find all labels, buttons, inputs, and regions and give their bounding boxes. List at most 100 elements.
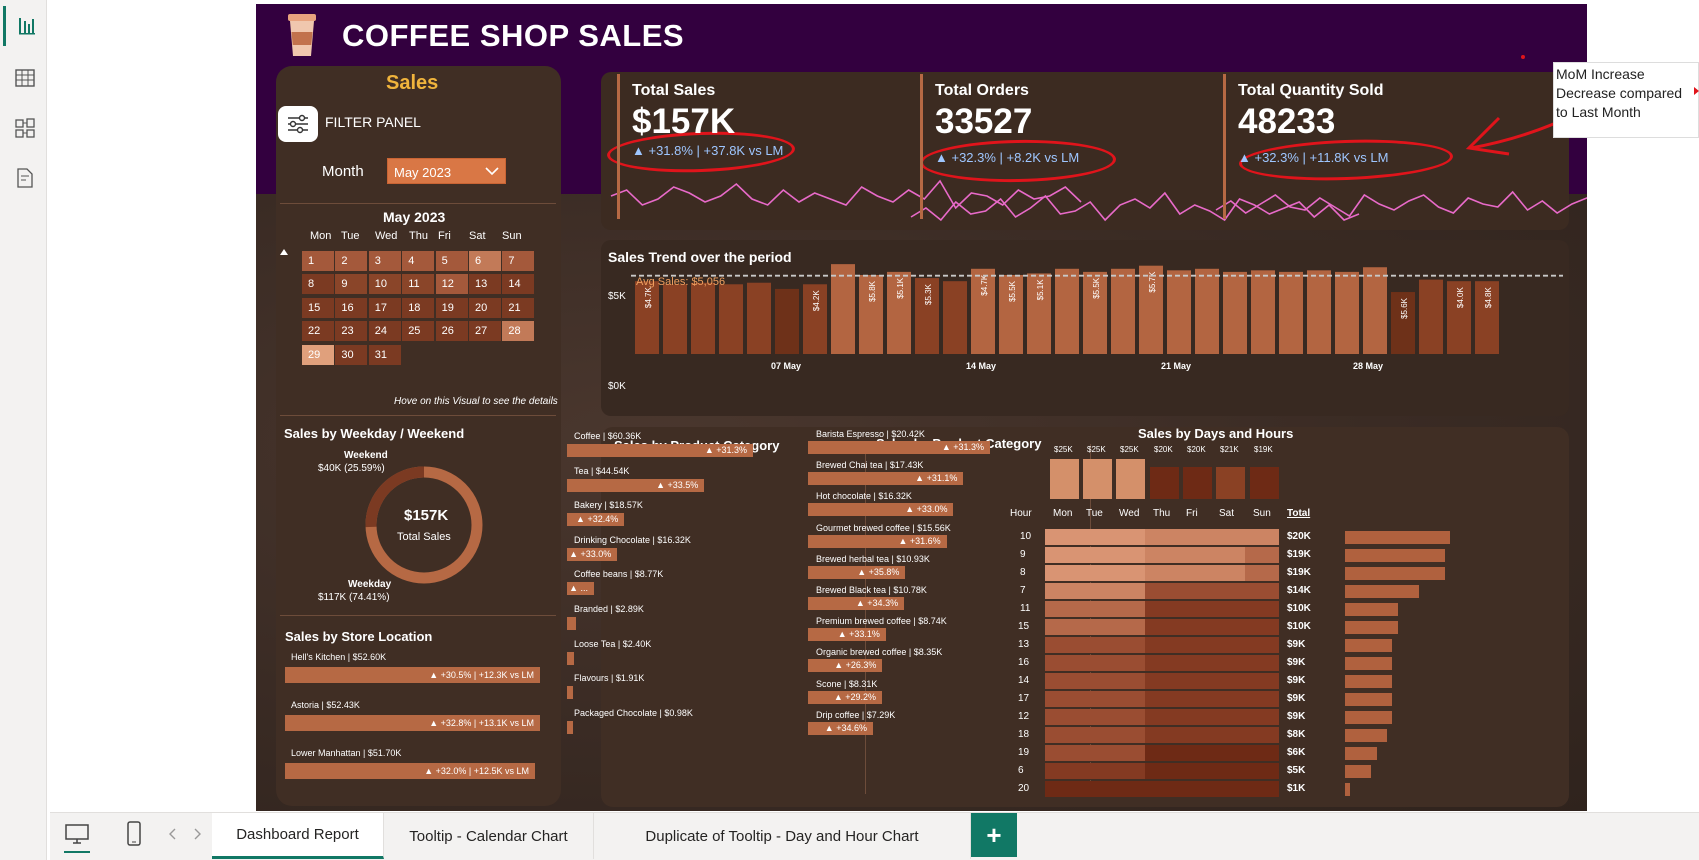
heatmap-cell[interactable] [1145, 691, 1180, 708]
day-total-bar[interactable] [1216, 467, 1245, 499]
heatmap-cell[interactable] [1145, 637, 1180, 654]
heatmap-cell[interactable] [1078, 637, 1113, 654]
hour-total-bar[interactable] [1345, 675, 1393, 688]
heatmap-cell[interactable] [1178, 637, 1213, 654]
calendar-day[interactable]: 26 [435, 321, 468, 342]
heatmap-cell[interactable] [1211, 727, 1246, 744]
weekday-donut-chart[interactable] [362, 463, 486, 587]
heatmap-cell[interactable] [1178, 781, 1213, 798]
calendar-day[interactable]: 30 [335, 344, 368, 365]
trend-bar[interactable] [1419, 279, 1443, 354]
heatmap-cell[interactable] [1078, 673, 1113, 690]
heatmap-cell[interactable] [1078, 691, 1113, 708]
dax-view-button[interactable] [3, 158, 47, 198]
product-type-bar[interactable]: ▲ +26.3% [808, 659, 883, 673]
hour-total-bar[interactable] [1345, 567, 1445, 580]
heatmap-cell[interactable] [1078, 547, 1113, 564]
heatmap-cell[interactable] [1145, 673, 1180, 690]
table-view-button[interactable] [3, 58, 47, 98]
heatmap-cell[interactable] [1078, 781, 1113, 798]
heatmap-cell[interactable] [1178, 673, 1213, 690]
trend-bar[interactable] [943, 281, 967, 354]
filter-panel-button[interactable] [278, 106, 318, 142]
heatmap-cell[interactable] [1078, 565, 1113, 582]
calendar-day[interactable]: 1 [302, 251, 334, 271]
day-total-bar[interactable] [1250, 467, 1279, 499]
heatmap-cell[interactable] [1245, 691, 1280, 708]
product-type-bar[interactable]: ▲ +33.1% [808, 628, 886, 642]
calendar-day[interactable]: 29 [302, 344, 334, 365]
heatmap-cell[interactable] [1211, 745, 1246, 762]
heatmap-cell[interactable] [1045, 529, 1080, 546]
heatmap-cell[interactable] [1178, 565, 1213, 582]
heatmap-cell[interactable] [1178, 601, 1213, 618]
calendar-day[interactable]: 28 [502, 321, 535, 342]
heatmap-cell[interactable] [1145, 727, 1180, 744]
calendar-day[interactable]: 21 [502, 297, 535, 318]
heatmap-cell[interactable] [1245, 673, 1280, 690]
day-total-bar[interactable] [1050, 459, 1079, 499]
day-total-bar[interactable] [1116, 459, 1145, 499]
hour-total-bar[interactable] [1345, 549, 1445, 562]
heatmap-cell[interactable] [1178, 745, 1213, 762]
hour-total-bar[interactable] [1345, 639, 1393, 652]
heatmap-cell[interactable] [1045, 745, 1080, 762]
heatmap-cell[interactable] [1211, 637, 1246, 654]
heatmap-cell[interactable] [1045, 673, 1080, 690]
product-type-bar[interactable]: ▲ +31.6% [808, 534, 947, 548]
trend-bar[interactable] [775, 288, 799, 354]
heatmap-cell[interactable] [1111, 763, 1146, 780]
heatmap-cell[interactable] [1078, 655, 1113, 672]
heatmap-cell[interactable] [1245, 601, 1280, 618]
trend-bar[interactable] [1223, 271, 1247, 354]
heatmap-cell[interactable] [1111, 601, 1146, 618]
heatmap-cell[interactable] [1145, 619, 1180, 636]
calendar-day[interactable]: 15 [302, 297, 334, 318]
category-bar[interactable] [567, 686, 573, 700]
heatmap-cell[interactable] [1178, 583, 1213, 600]
heatmap-cell[interactable] [1211, 781, 1246, 798]
heatmap-cell[interactable] [1178, 655, 1213, 672]
heatmap-cell[interactable] [1078, 583, 1113, 600]
heatmap-cell[interactable] [1078, 529, 1113, 546]
heatmap-cell[interactable] [1111, 637, 1146, 654]
heatmap-cell[interactable] [1245, 763, 1280, 780]
calendar-day[interactable]: 16 [335, 297, 368, 318]
heatmap-cell[interactable] [1245, 781, 1280, 798]
product-type-bar[interactable]: ▲ +34.3% [808, 597, 905, 610]
calendar-day[interactable]: 13 [469, 274, 501, 295]
calendar-day[interactable]: 9 [335, 274, 368, 295]
calendar-day[interactable]: 24 [368, 321, 401, 342]
calendar-day[interactable]: 17 [368, 297, 401, 318]
product-type-bar[interactable]: ▲ +31.1% [808, 472, 964, 486]
heatmap-cell[interactable] [1245, 619, 1280, 636]
heatmap-cell[interactable] [1045, 619, 1080, 636]
category-bar[interactable]: ▲ +31.3% [567, 444, 753, 457]
month-dropdown[interactable]: May 2023 [387, 158, 506, 184]
product-type-bar[interactable]: ▲ +29.2% [808, 690, 883, 704]
calendar-day[interactable]: 11 [402, 274, 435, 295]
hour-total-bar[interactable] [1345, 747, 1377, 760]
heatmap-cell[interactable] [1211, 763, 1246, 780]
heatmap-cell[interactable] [1245, 529, 1280, 546]
heatmap-cell[interactable] [1111, 727, 1146, 744]
hour-total-bar[interactable] [1345, 585, 1419, 598]
heatmap-cell[interactable] [1045, 601, 1080, 618]
heatmap-cell[interactable] [1078, 727, 1113, 744]
heatmap-cell[interactable] [1111, 583, 1146, 600]
heatmap-cell[interactable] [1111, 781, 1146, 798]
day-total-bar[interactable] [1083, 459, 1112, 499]
heatmap-cell[interactable] [1178, 547, 1213, 564]
heatmap-cell[interactable] [1045, 565, 1080, 582]
hour-total-bar[interactable] [1345, 621, 1398, 634]
heatmap-cell[interactable] [1145, 745, 1180, 762]
trend-bar[interactable] [663, 284, 687, 354]
hour-total-bar[interactable] [1345, 729, 1387, 742]
heatmap-cell[interactable] [1245, 565, 1280, 582]
trend-bar[interactable] [831, 264, 855, 354]
add-page-button[interactable]: + [971, 813, 1017, 857]
trend-bar[interactable] [691, 282, 715, 354]
heatmap-cell[interactable] [1045, 709, 1080, 726]
calendar-day[interactable]: 25 [402, 321, 435, 342]
heatmap-cell[interactable] [1211, 691, 1246, 708]
